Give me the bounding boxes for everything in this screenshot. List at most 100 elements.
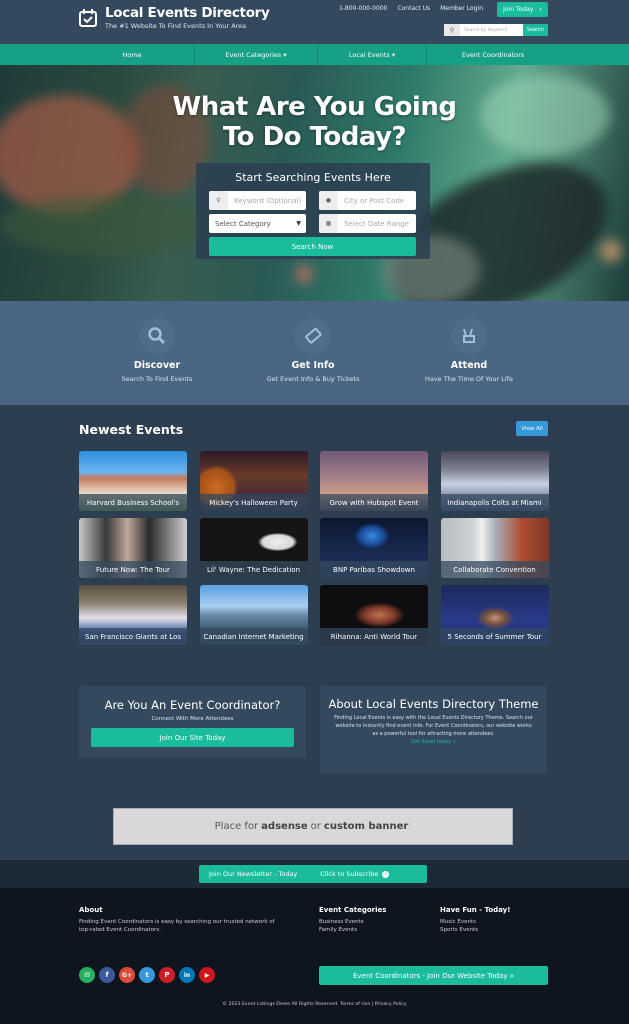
footer-link-business-events[interactable]: Business Events: [319, 918, 386, 926]
footer-link-music-events[interactable]: Music Events: [440, 918, 510, 926]
event-card[interactable]: Indianapolis Colts at Miami: [440, 451, 549, 511]
event-title: Grow with Hubspot Event: [320, 494, 428, 511]
chevron-right-icon: ›: [539, 6, 542, 13]
event-card[interactable]: Canadian Internet Marketing: [199, 585, 308, 645]
header-search-button[interactable]: Search: [523, 24, 548, 36]
search-icon: [139, 318, 175, 354]
search-form-title: Start Searching Events Here: [235, 171, 391, 184]
event-card[interactable]: Mickey's Halloween Party: [199, 451, 308, 511]
nav-event-categories[interactable]: Event Categories ▾: [195, 45, 318, 65]
peace-hand-icon: [451, 318, 487, 354]
event-card[interactable]: Grow with Hubspot Event: [320, 451, 428, 511]
terms-link[interactable]: Terms of Use: [340, 1002, 370, 1007]
site-title: Local Events Directory: [105, 5, 270, 21]
event-card[interactable]: Harvard Business School's: [79, 451, 187, 511]
pinterest-icon[interactable]: P: [159, 967, 175, 983]
join-today-button[interactable]: Join Today ›: [497, 2, 548, 17]
nav-event-coordinators[interactable]: Event Coordinators: [427, 45, 559, 65]
section-heading: Newest Events: [79, 422, 184, 437]
header-search-input[interactable]: Search by Keyword: [460, 24, 523, 36]
join-our-site-button[interactable]: Join Our Site Today: [91, 728, 294, 747]
feature-attend: Attend Have The Time Of Your Life: [389, 318, 549, 383]
view-all-button[interactable]: View All: [516, 421, 548, 436]
footer-categories: Event Categories Business Events Family …: [319, 906, 386, 934]
event-title: Future Now: The Tour: [79, 561, 187, 578]
event-grid: Harvard Business School's Mickey's Hallo…: [79, 451, 549, 645]
main-nav: Home Event Categories ▾ Local Events ▾ E…: [0, 44, 629, 65]
nav-local-events[interactable]: Local Events ▾: [318, 45, 427, 65]
event-coordinator-box: Are You An Event Coordinator? Connect Wi…: [79, 686, 306, 758]
search-now-button[interactable]: Search Now: [209, 237, 416, 256]
footer-heading: Event Categories: [319, 906, 387, 914]
subscribe-label: Click to Subscribe: [320, 870, 379, 878]
hero-image-guitar: [0, 195, 210, 255]
youtube-icon[interactable]: ▶: [199, 967, 215, 983]
globe-icon: ●: [319, 191, 338, 210]
linkedin-icon[interactable]: in: [179, 967, 195, 983]
get-listed-link[interactable]: Get listed today »: [320, 739, 547, 745]
newsletter-bar: Join Our Newsletter - Today Click to Sub…: [0, 860, 629, 888]
features-section: Discover Search To Find Events Get Info …: [0, 301, 629, 405]
event-title: Lil' Wayne: The Dedication: [199, 561, 308, 578]
coordinator-title: Are You An Event Coordinator?: [104, 698, 281, 712]
logo[interactable]: Local Events Directory The #1 Website To…: [78, 6, 270, 30]
date-range-input[interactable]: Select Date Range: [338, 214, 409, 233]
nav-home[interactable]: Home: [70, 45, 195, 65]
email-icon[interactable]: ✉: [79, 967, 95, 983]
privacy-link[interactable]: Privacy Policy: [375, 1002, 407, 1007]
feature-subtitle: Get Event Info & Buy Tickets: [266, 375, 360, 383]
newest-events-section: Newest Events View All Harvard Business …: [0, 405, 629, 680]
event-card[interactable]: Future Now: The Tour: [79, 518, 187, 578]
feature-title: Attend: [450, 360, 488, 371]
event-card[interactable]: BNP Paribas Showdown: [320, 518, 428, 578]
footer-join-button[interactable]: Event Coordinators - Join Our Website To…: [319, 966, 548, 985]
search-icon: ⚲: [209, 191, 228, 210]
join-today-label: Join Today: [503, 6, 534, 13]
location-input[interactable]: City or Post Code: [338, 191, 404, 210]
category-select[interactable]: Select Category ▼: [209, 214, 306, 233]
date-range-field[interactable]: ▦ Select Date Range: [319, 214, 416, 233]
category-select-label: Select Category: [215, 219, 271, 228]
about-box: About Local Events Directory Theme Findi…: [320, 686, 547, 774]
ad-text-bold: custom banner: [323, 821, 409, 832]
newsletter-label: Join Our Newsletter - Today: [209, 870, 298, 878]
event-title: Rihanna: Anti World Tour: [320, 628, 428, 645]
event-card[interactable]: 5 Seconds of Summer Tour: [440, 585, 549, 645]
ticket-icon: [295, 318, 331, 354]
newsletter-subscribe-button[interactable]: Join Our Newsletter - Today Click to Sub…: [199, 865, 427, 883]
event-title: Indianapolis Colts at Miami: [440, 494, 549, 511]
location-field[interactable]: ● City or Post Code: [319, 191, 416, 210]
category-select-value[interactable]: Select Category ▼: [209, 214, 306, 233]
contact-link[interactable]: Contact Us: [397, 5, 430, 12]
google-plus-icon[interactable]: G+: [119, 967, 135, 983]
event-card[interactable]: San Francisco Giants at Los: [79, 585, 187, 645]
keyword-field[interactable]: ⚲ Keyword (Optional): [209, 191, 306, 210]
feature-get-info: Get Info Get Event Info & Buy Tickets: [233, 318, 393, 383]
header-search: ⚲ Search by Keyword Search: [444, 24, 548, 36]
event-title: BNP Paribas Showdown: [320, 561, 428, 578]
arrow-circle-right-icon: ›: [382, 870, 390, 878]
event-title: Mickey's Halloween Party: [199, 494, 308, 511]
footer-heading: About: [79, 906, 103, 914]
social-links: ✉ f G+ t P in ▶: [79, 967, 219, 983]
site-tagline: The #1 Website To Find Events In Your Ar…: [105, 22, 247, 30]
feature-subtitle: Have The Time Of Your Life: [424, 375, 514, 383]
twitter-icon[interactable]: t: [139, 967, 155, 983]
login-link[interactable]: Member Login: [440, 5, 483, 12]
keyword-input[interactable]: Keyword (Optional): [228, 191, 301, 210]
ad-banner-placeholder[interactable]: Place for adsense or custom banner: [113, 808, 513, 845]
phone-link[interactable]: 1-800-000-0000: [339, 5, 388, 12]
event-card[interactable]: Collaborate Convention: [440, 518, 549, 578]
calendar-icon: ▦: [319, 214, 338, 233]
event-card[interactable]: Rihanna: Anti World Tour: [320, 585, 428, 645]
footer-link-sports-events[interactable]: Sports Events: [440, 926, 510, 934]
footer-link-family-events[interactable]: Family Events: [319, 926, 386, 934]
event-title: 5 Seconds of Summer Tour: [440, 628, 549, 645]
event-card[interactable]: Lil' Wayne: The Dedication: [199, 518, 308, 578]
site-footer: About Finding Event Coordinators is easy…: [0, 888, 629, 1024]
hero-bokeh: [295, 265, 313, 283]
facebook-icon[interactable]: f: [99, 967, 115, 983]
copyright: © 2023 Event Listings Demo All Rights Re…: [222, 1002, 407, 1007]
footer-have-fun: Have Fun - Today! Music Events Sports Ev…: [440, 906, 510, 934]
footer-heading: Have Fun - Today!: [440, 906, 511, 914]
